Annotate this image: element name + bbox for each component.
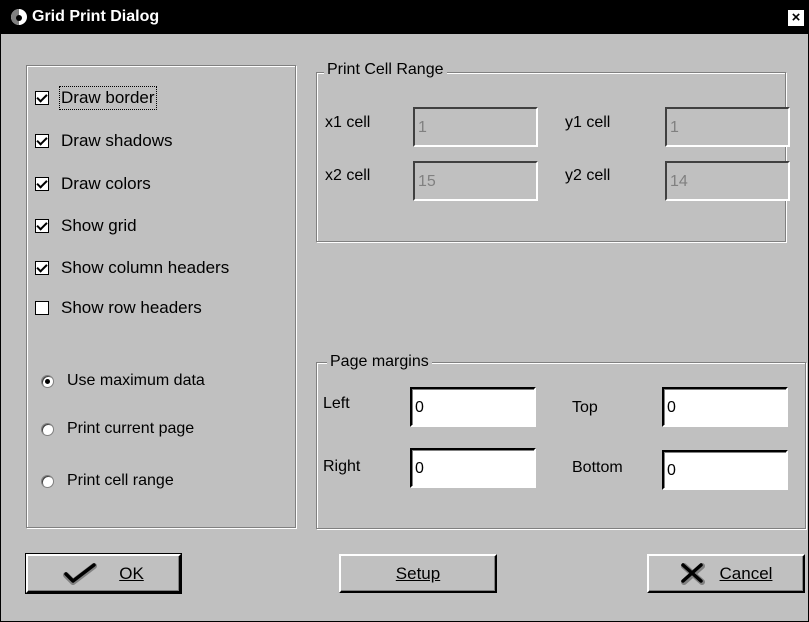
- setup-button[interactable]: Setup: [339, 554, 497, 593]
- print-cell-range-legend: Print Cell Range: [324, 61, 447, 79]
- x1-cell-input[interactable]: 1: [413, 107, 538, 147]
- app-icon: [11, 9, 27, 25]
- window-title: Grid Print Dialog: [32, 8, 160, 25]
- print-cell-range-group: [316, 72, 786, 242]
- checkbox-box[interactable]: [35, 91, 49, 105]
- bottom-margin-label: Bottom: [572, 459, 623, 476]
- radio-dot[interactable]: [41, 474, 54, 488]
- cancel-button[interactable]: Cancel: [647, 554, 805, 593]
- checkbox-box[interactable]: [35, 301, 49, 315]
- radio-print-cell-range[interactable]: Print cell range: [41, 470, 174, 492]
- checkbox-label: Show row headers: [61, 298, 202, 317]
- checkbox-draw-colors[interactable]: Draw colors: [35, 173, 151, 195]
- checkbox-label: Show column headers: [61, 258, 230, 277]
- y1-cell-label: y1 cell: [565, 114, 611, 131]
- radio-label: Use maximum data: [67, 372, 205, 389]
- checkbox-show-grid[interactable]: Show grid: [35, 215, 137, 237]
- checkbox-draw-shadows[interactable]: Draw shadows: [35, 130, 173, 152]
- radio-label: Print current page: [67, 420, 195, 437]
- close-icon[interactable]: ×: [788, 10, 804, 26]
- checkbox-box[interactable]: [35, 219, 49, 233]
- checkmark-icon: [63, 562, 98, 585]
- cancel-x-icon: [680, 562, 705, 585]
- grid-print-dialog: Grid Print Dialog × Draw border Draw sha…: [0, 0, 809, 622]
- checkbox-label: Draw shadows: [61, 131, 173, 150]
- checkbox-show-column-headers[interactable]: Show column headers: [35, 257, 229, 279]
- left-margin-input[interactable]: 0: [410, 387, 536, 427]
- radio-dot[interactable]: [41, 374, 54, 388]
- setup-label: Setup: [395, 563, 441, 583]
- checkbox-draw-border[interactable]: Draw border: [35, 86, 157, 110]
- y2-cell-label: y2 cell: [565, 167, 611, 184]
- radio-print-current-page[interactable]: Print current page: [41, 418, 194, 440]
- checkbox-box[interactable]: [35, 134, 49, 148]
- bottom-margin-input[interactable]: 0: [662, 450, 788, 490]
- top-margin-label: Top: [572, 399, 598, 416]
- checkbox-box[interactable]: [35, 177, 49, 191]
- top-margin-input[interactable]: 0: [662, 387, 788, 427]
- title-bar[interactable]: Grid Print Dialog ×: [1, 1, 808, 34]
- left-margin-label: Left: [323, 395, 350, 412]
- x2-cell-input[interactable]: 15: [413, 161, 538, 201]
- radio-dot[interactable]: [41, 422, 54, 436]
- checkbox-show-row-headers[interactable]: Show row headers: [35, 297, 202, 319]
- y2-cell-input[interactable]: 14: [665, 161, 790, 201]
- x1-cell-label: x1 cell: [325, 114, 371, 131]
- y1-cell-input[interactable]: 1: [665, 107, 790, 147]
- page-margins-legend: Page margins: [327, 353, 432, 371]
- ok-label: OK: [119, 563, 144, 583]
- x2-cell-label: x2 cell: [325, 167, 371, 184]
- checkbox-label: Draw border: [59, 86, 157, 110]
- ok-button[interactable]: OK: [25, 553, 182, 594]
- checkbox-label: Draw colors: [61, 174, 151, 193]
- right-margin-input[interactable]: 0: [410, 448, 536, 488]
- cancel-label: Cancel: [719, 563, 773, 583]
- right-margin-label: Right: [323, 458, 361, 475]
- checkbox-box[interactable]: [35, 261, 49, 275]
- radio-use-maximum-data[interactable]: Use maximum data: [41, 370, 205, 392]
- checkbox-label: Show grid: [61, 216, 137, 235]
- radio-label: Print cell range: [67, 472, 174, 489]
